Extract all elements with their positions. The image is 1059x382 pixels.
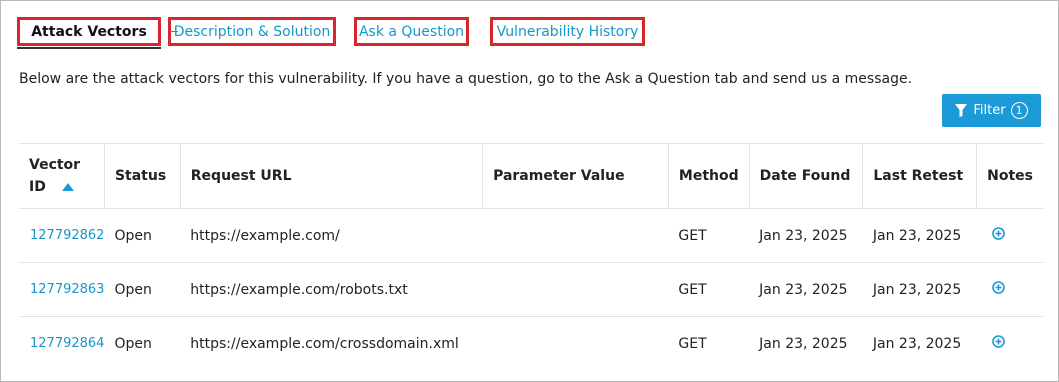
parameter-value-cell [483, 317, 669, 371]
table-row: 127792864 Open https://example.com/cross… [19, 317, 1043, 371]
last-retest-cell: Jan 23, 2025 [862, 208, 977, 263]
request-url-cell: https://example.com/ [180, 208, 483, 263]
method-cell: GET [668, 262, 750, 317]
funnel-icon [955, 104, 968, 117]
attack-vectors-panel: Attack Vectors Description & Solution As… [0, 0, 1059, 382]
table-row: 127792862 Open https://example.com/ GET … [19, 208, 1043, 263]
last-retest-cell: Jan 23, 2025 [872, 335, 962, 352]
add-circle-icon[interactable] [992, 227, 1006, 240]
tab-ask-a-question[interactable]: Ask a Question [354, 17, 469, 46]
vector-id-link[interactable]: 127792864 [19, 317, 104, 371]
notes-cell [977, 317, 1043, 371]
filter-button[interactable]: Filter 1 [942, 94, 1041, 127]
status-cell: Open [104, 208, 181, 263]
date-found-cell: Jan 23, 2025 [749, 208, 863, 263]
filter-count-badge: 1 [1010, 102, 1028, 119]
date-found-cell: Jan 23, 2025 [759, 335, 848, 352]
filter-label: Filter [973, 103, 1006, 118]
last-retest-cell: Jan 23, 2025 [862, 262, 977, 317]
notes-cell [976, 208, 1043, 263]
column-header-status[interactable]: Status [104, 143, 181, 209]
tab-attack-vectors[interactable]: Attack Vectors [17, 17, 161, 49]
vector-id-link[interactable]: 127792863 [19, 262, 105, 317]
column-header-date-found[interactable]: Date Found [749, 143, 864, 209]
attack-vectors-table: Vector ID Status Request URL Parameter V… [19, 143, 1043, 371]
method-cell: GET [678, 335, 707, 352]
table-row: 127792863 Open https://example.com/robot… [19, 262, 1043, 317]
status-cell: Open [114, 335, 152, 352]
intro-text: Below are the attack vectors for this vu… [19, 71, 913, 87]
column-header-request-url[interactable]: Request URL [180, 143, 484, 209]
vector-id-link[interactable]: 127792862 [19, 208, 105, 263]
column-header-last-retest[interactable]: Last Retest [862, 143, 978, 209]
add-circle-icon[interactable] [992, 335, 1006, 349]
column-header-parameter-value[interactable]: Parameter Value [482, 143, 669, 209]
method-cell: GET [668, 208, 750, 263]
column-header-notes: Notes [976, 143, 1043, 209]
vector-id-header-label-2: ID [29, 179, 46, 195]
notes-cell [976, 262, 1043, 317]
status-cell: Open [104, 262, 181, 317]
parameter-value-cell [482, 262, 669, 317]
request-url-cell: https://example.com/crossdomain.xml [190, 335, 459, 352]
sort-ascending-icon[interactable] [61, 183, 74, 191]
column-header-vector-id[interactable]: Vector ID [19, 143, 105, 209]
table-header-row: Vector ID Status Request URL Parameter V… [19, 143, 1043, 209]
tab-bar: Attack Vectors Description & Solution As… [1, 1, 1058, 51]
add-circle-icon[interactable] [992, 281, 1006, 294]
date-found-cell: Jan 23, 2025 [749, 262, 863, 317]
tab-description-solution[interactable]: Description & Solution [168, 17, 336, 46]
column-header-method[interactable]: Method [668, 143, 750, 209]
parameter-value-cell [482, 208, 669, 263]
tab-vulnerability-history[interactable]: Vulnerability History [490, 17, 645, 46]
request-url-cell: https://example.com/robots.txt [180, 262, 483, 317]
vector-id-header-label: Vector [29, 157, 81, 173]
